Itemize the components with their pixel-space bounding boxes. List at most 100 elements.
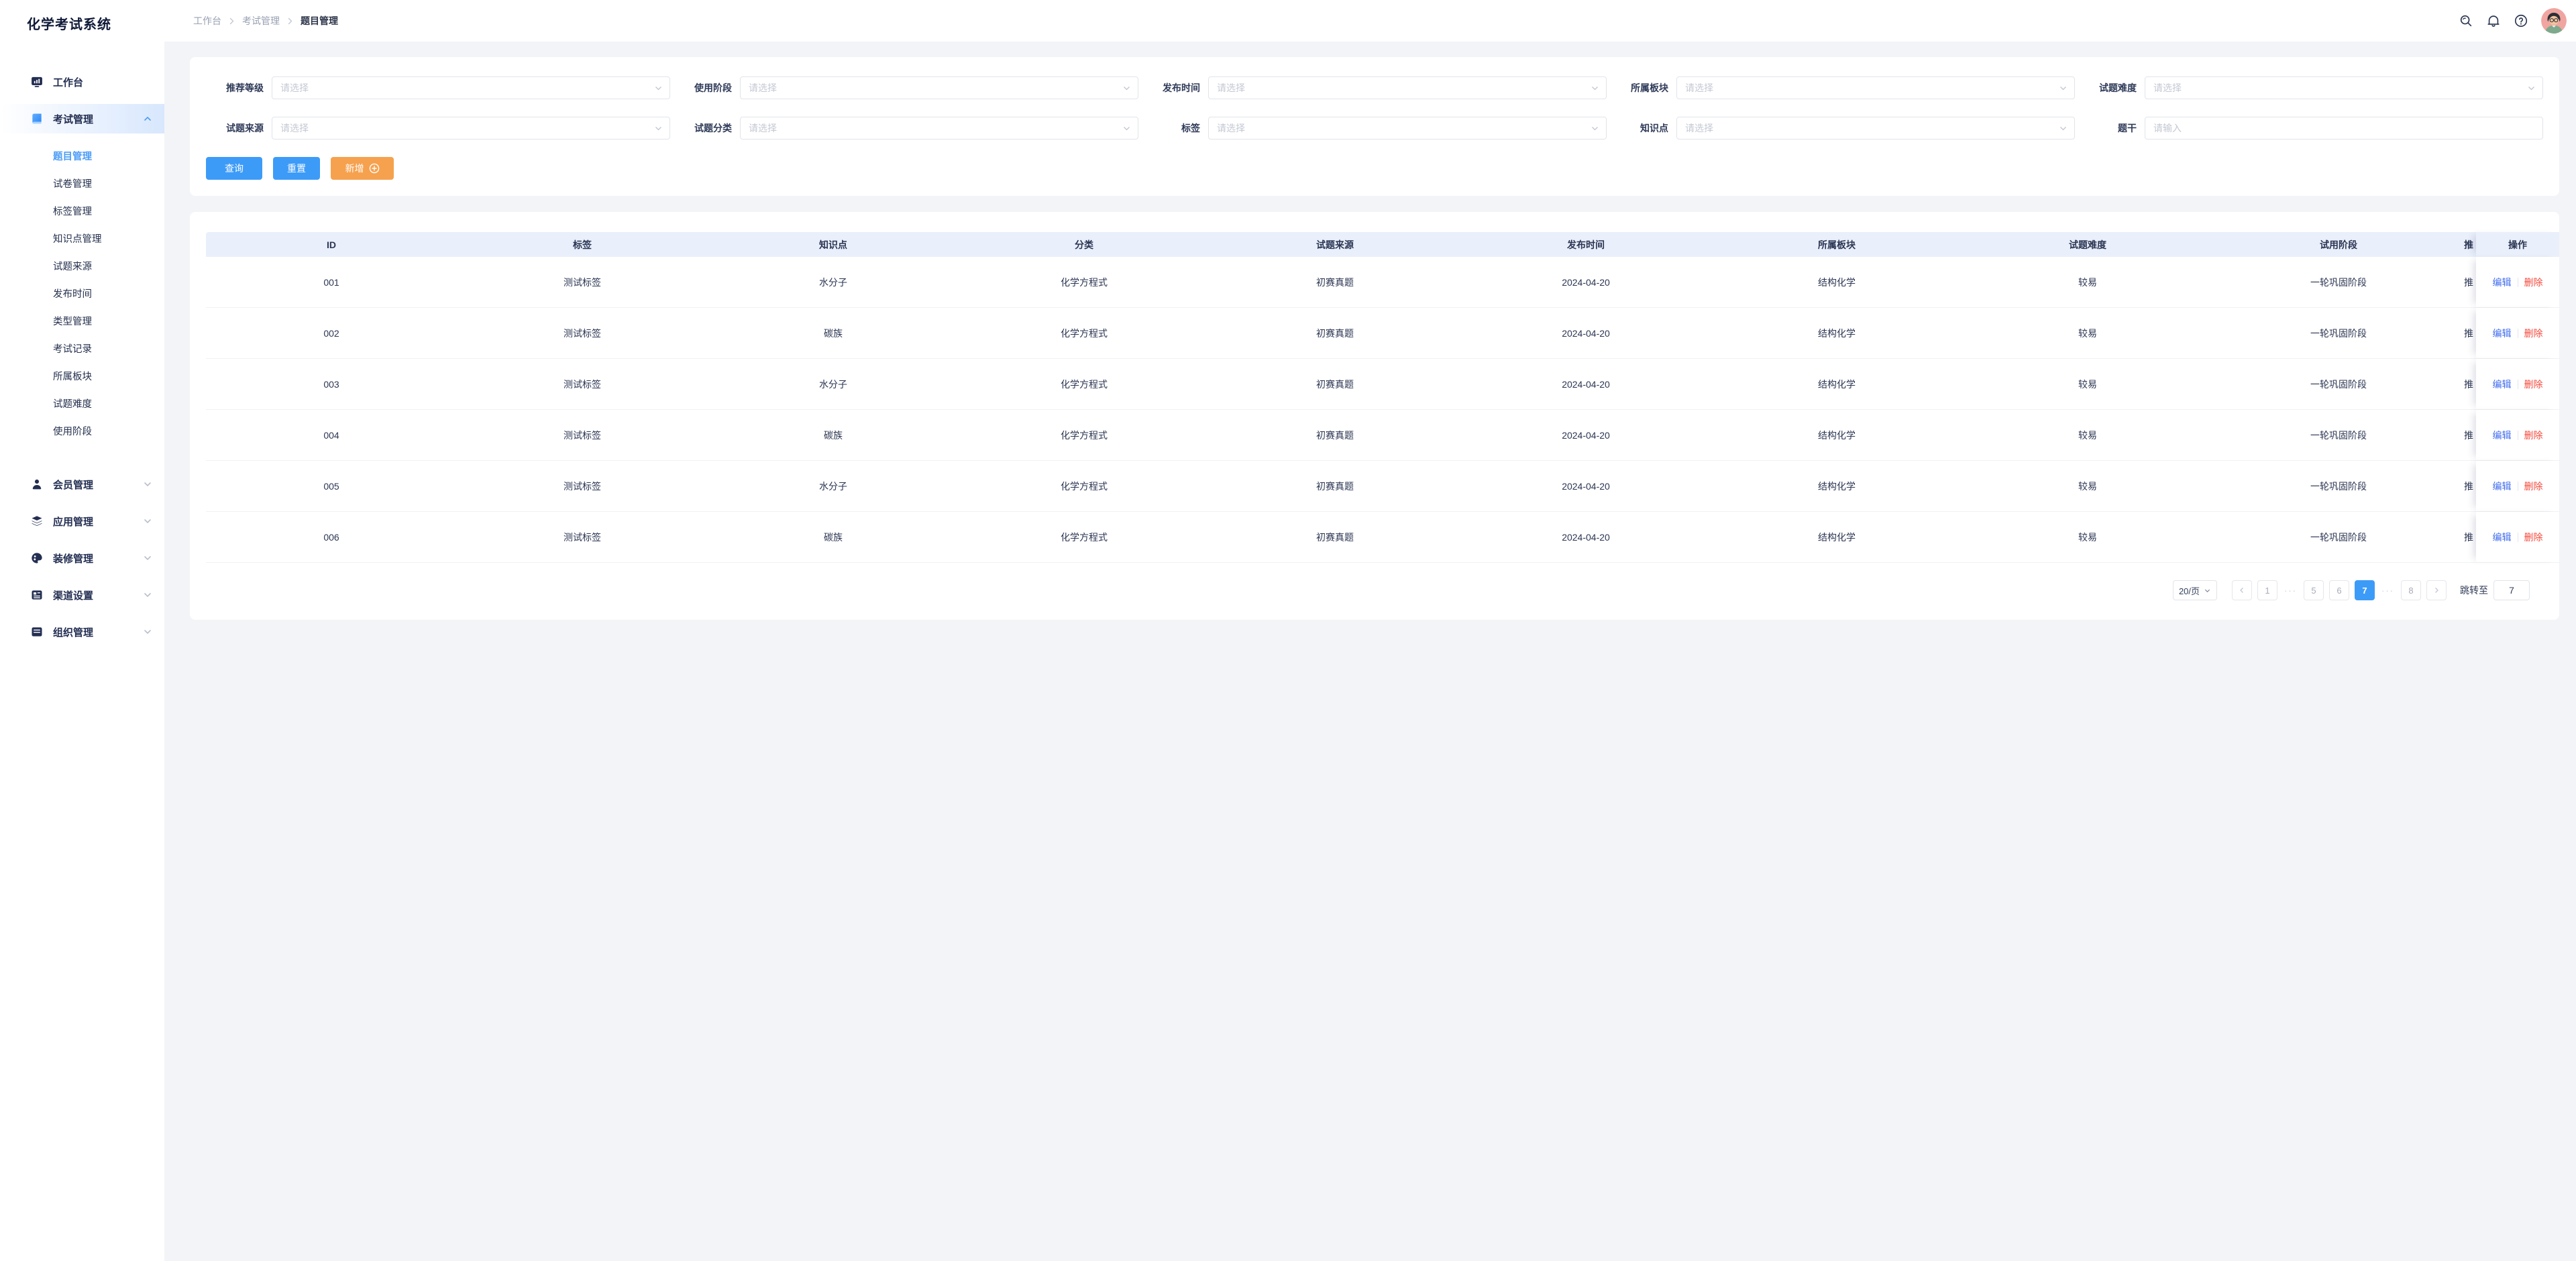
filter-question-category: 试题分类 请选择 [674, 117, 1138, 140]
sidebar-item-member-management[interactable]: 会员管理 [0, 470, 164, 499]
sidebar-subitem-tag-management[interactable]: 标签管理 [0, 199, 164, 226]
breadcrumb-item-exam-management[interactable]: 考试管理 [242, 14, 280, 28]
row-actions: 编辑 删除 [2476, 257, 2559, 307]
column-header-source: 试题来源 [1316, 239, 1354, 250]
question-table: ID 标签 知识点 分类 试题来源 发布时间 所属板块 试题难度 试用阶段 推 … [206, 232, 2559, 563]
sidebar-item-organization-management[interactable]: 组织管理 [0, 617, 164, 647]
select-placeholder: 请选择 [1217, 83, 1245, 93]
page-button-1[interactable]: 1 [2257, 580, 2277, 600]
select-placeholder: 请选择 [1217, 123, 1245, 133]
sidebar-item-app-management[interactable]: 应用管理 [0, 506, 164, 536]
help-icon[interactable] [2514, 13, 2528, 28]
cell-id: 005 [323, 480, 339, 492]
sidebar-subitem-type-management[interactable]: 类型管理 [0, 309, 164, 336]
filter-label: 标签 [1181, 123, 1200, 133]
delete-link[interactable]: 删除 [2524, 327, 2543, 340]
column-header-difficulty: 试题难度 [2069, 239, 2106, 250]
delete-link[interactable]: 删除 [2524, 480, 2543, 493]
sidebar-subitem-publish-time[interactable]: 发布时间 [0, 281, 164, 309]
sidebar-subitem-knowledge-management[interactable]: 知识点管理 [0, 226, 164, 254]
sidebar-item-channel-settings[interactable]: 渠道设置 [0, 580, 164, 610]
page-button-8[interactable]: 8 [2401, 580, 2421, 600]
page-button-5[interactable]: 5 [2304, 580, 2324, 600]
select-question-source[interactable]: 请选择 [272, 117, 670, 140]
delete-link[interactable]: 删除 [2524, 429, 2543, 442]
chevron-down-icon [143, 480, 152, 489]
prev-page-button[interactable] [2232, 580, 2252, 600]
select-publish-time[interactable]: 请选择 [1208, 76, 1607, 99]
delete-link[interactable]: 删除 [2524, 378, 2543, 391]
edit-link[interactable]: 编辑 [2493, 276, 2512, 289]
table-row: 004 测试标签 碳族 化学方程式 初赛真题 2024-04-20 结构化学 较… [206, 410, 2559, 461]
filter-tag: 标签 请选择 [1142, 117, 1607, 140]
next-page-button[interactable] [2426, 580, 2447, 600]
delete-link[interactable]: 删除 [2524, 276, 2543, 289]
page-button-7-active[interactable]: 7 [2355, 580, 2375, 600]
cell-recommend-clipped: 推 [2464, 327, 2473, 339]
edit-link[interactable]: 编辑 [2493, 429, 2512, 442]
sidebar-subitem-use-stage[interactable]: 使用阶段 [0, 419, 164, 446]
bell-icon[interactable] [2486, 13, 2501, 28]
search-button[interactable]: 查询 [206, 157, 262, 180]
cell-stage: 一轮巩固阶段 [2310, 276, 2367, 288]
select-use-stage[interactable]: 请选择 [740, 76, 1138, 99]
dashboard-icon [30, 75, 44, 89]
user-avatar[interactable] [2541, 8, 2567, 34]
filter-label: 推荐等级 [226, 83, 264, 93]
cell-publish: 2024-04-20 [1562, 480, 1610, 492]
sidebar-subitem-exam-records[interactable]: 考试记录 [0, 336, 164, 364]
reset-button[interactable]: 重置 [273, 157, 320, 180]
add-button[interactable]: 新增 [331, 157, 394, 180]
row-actions: 编辑 删除 [2476, 461, 2559, 511]
edit-link[interactable]: 编辑 [2493, 378, 2512, 391]
sidebar-nav: 工作台 考试管理 题目管理 试卷管理 标签管理 知识点管理 试题来源 发布时间 … [0, 67, 164, 647]
question-table-panel: ID 标签 知识点 分类 试题来源 发布时间 所属板块 试题难度 试用阶段 推 … [190, 212, 2559, 620]
filter-recommend-level: 推荐等级 请选择 [206, 76, 670, 99]
user-icon [30, 478, 44, 491]
cell-recommend-clipped: 推 [2464, 276, 2473, 288]
question-stem-input[interactable] [2145, 117, 2543, 140]
cell-difficulty: 较易 [2078, 480, 2097, 492]
sidebar-item-exam-management[interactable]: 考试管理 [0, 104, 164, 133]
select-knowledge[interactable]: 请选择 [1676, 117, 2075, 140]
chevron-down-icon [143, 516, 152, 526]
cell-knowledge: 水分子 [819, 276, 847, 288]
select-difficulty[interactable]: 请选择 [2145, 76, 2543, 99]
sidebar-subitem-question-management[interactable]: 题目管理 [0, 144, 164, 171]
edit-link[interactable]: 编辑 [2493, 327, 2512, 340]
add-button-label: 新增 [345, 163, 364, 174]
app-logo: 化学考试系统 [27, 17, 111, 32]
sidebar-subitem-paper-management[interactable]: 试卷管理 [0, 171, 164, 199]
select-tag[interactable]: 请选择 [1208, 117, 1607, 140]
breadcrumb-item-workbench[interactable]: 工作台 [193, 14, 221, 28]
select-module[interactable]: 请选择 [1676, 76, 2075, 99]
cell-module: 结构化学 [1818, 327, 1856, 339]
sidebar-subitem-difficulty[interactable]: 试题难度 [0, 391, 164, 419]
filter-module: 所属板块 请选择 [1611, 76, 2075, 99]
cell-recommend-clipped: 推 [2464, 378, 2473, 390]
page-size-select[interactable]: 20/页 [2173, 580, 2217, 600]
select-question-category[interactable]: 请选择 [740, 117, 1138, 140]
sidebar-subitem-module[interactable]: 所属板块 [0, 364, 164, 391]
cell-tag: 测试标签 [564, 480, 601, 492]
chevron-down-icon [654, 84, 663, 93]
delete-link[interactable]: 删除 [2524, 531, 2543, 544]
chevron-right-icon [286, 17, 294, 25]
exam-management-submenu: 题目管理 试卷管理 标签管理 知识点管理 试题来源 发布时间 类型管理 考试记录… [0, 141, 164, 446]
cell-id: 006 [323, 531, 339, 543]
edit-link[interactable]: 编辑 [2493, 531, 2512, 544]
cell-knowledge: 水分子 [819, 480, 847, 492]
chevron-down-icon [143, 553, 152, 563]
edit-link[interactable]: 编辑 [2493, 480, 2512, 493]
sidebar-item-decoration-management[interactable]: 装修管理 [0, 543, 164, 573]
sidebar-subitem-question-source[interactable]: 试题来源 [0, 254, 164, 281]
sidebar-item-workbench[interactable]: 工作台 [0, 67, 164, 97]
page-button-6[interactable]: 6 [2329, 580, 2349, 600]
cell-category: 化学方程式 [1061, 276, 1108, 288]
select-recommend-level[interactable]: 请选择 [272, 76, 670, 99]
jump-to-input[interactable] [2493, 580, 2530, 600]
search-icon[interactable] [2459, 13, 2473, 28]
chevron-up-icon [143, 114, 152, 123]
table-row: 006 测试标签 碳族 化学方程式 初赛真题 2024-04-20 结构化学 较… [206, 512, 2559, 563]
filter-publish-time: 发布时间 请选择 [1142, 76, 1607, 99]
